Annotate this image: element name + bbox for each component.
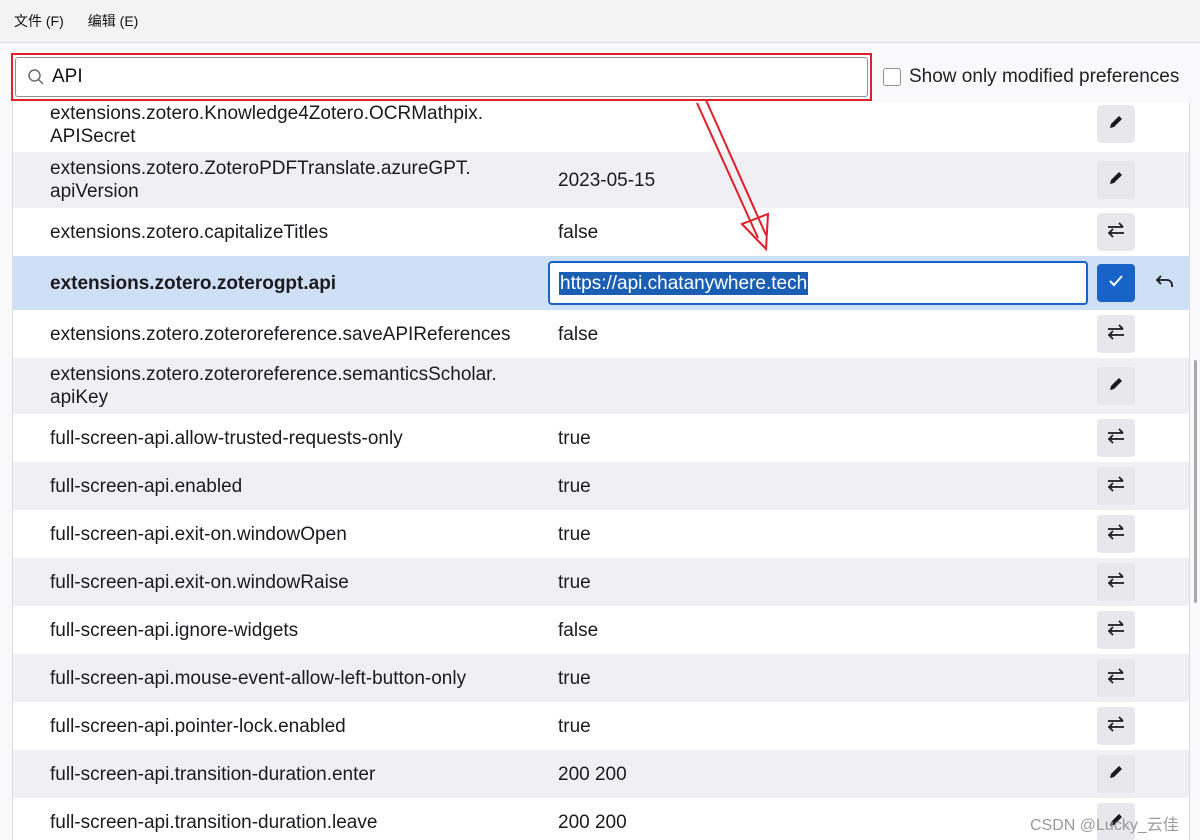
- toggle-icon: [1106, 427, 1126, 450]
- edit-icon: [1108, 764, 1124, 785]
- toggle-icon: [1106, 715, 1126, 738]
- toggle-button[interactable]: [1097, 659, 1135, 697]
- table-row-selected: extensions.zotero.zoterogpt.api https://…: [13, 256, 1189, 310]
- table-row: extensions.zotero.zoteroreference.semant…: [13, 358, 1189, 414]
- toggle-icon: [1106, 221, 1126, 244]
- edit-button[interactable]: [1097, 755, 1135, 793]
- toggle-icon: [1106, 323, 1126, 346]
- menu-bar: 文件 (F) 编辑 (E): [0, 0, 1200, 43]
- table-row: full-screen-api.exit-on.windowOpen true: [13, 510, 1189, 558]
- toggle-button[interactable]: [1097, 563, 1135, 601]
- pref-value: false: [558, 222, 599, 243]
- menu-file[interactable]: 文件 (F): [14, 11, 64, 31]
- reset-button[interactable]: [1150, 268, 1180, 298]
- show-modified-checkbox[interactable]: [883, 68, 901, 86]
- menu-edit[interactable]: 编辑 (E): [88, 11, 139, 31]
- pref-name: full-screen-api.enabled: [50, 476, 243, 497]
- search-highlight-box: [11, 53, 872, 101]
- table-row: full-screen-api.transition-duration.ente…: [13, 750, 1189, 798]
- edit-button[interactable]: [1097, 367, 1135, 405]
- toggle-button[interactable]: [1097, 707, 1135, 745]
- edit-icon: [1108, 114, 1124, 135]
- undo-icon: [1155, 273, 1175, 294]
- show-modified-toggle[interactable]: Show only modified preferences: [883, 66, 1179, 88]
- pref-value: true: [558, 572, 591, 593]
- pref-name-line: extensions.zotero.ZoteroPDFTranslate.azu…: [50, 158, 471, 179]
- toggle-icon: [1106, 667, 1126, 690]
- pref-value: true: [558, 524, 591, 545]
- table-row: extensions.zotero.ZoteroPDFTranslate.azu…: [13, 152, 1189, 208]
- pref-name: extensions.zotero.zoteroreference.saveAP…: [50, 324, 511, 345]
- table-row: full-screen-api.transition-duration.leav…: [13, 798, 1189, 840]
- pref-value: true: [558, 668, 591, 689]
- pref-name: full-screen-api.transition-duration.ente…: [50, 764, 376, 785]
- pref-name-line: apiKey: [50, 387, 109, 408]
- pref-name: full-screen-api.ignore-widgets: [50, 620, 299, 641]
- table-row: full-screen-api.ignore-widgets false: [13, 606, 1189, 654]
- pref-name-line: APISecret: [50, 126, 136, 147]
- table-row: full-screen-api.enabled true: [13, 462, 1189, 510]
- pref-name: extensions.zotero.ZoteroPDFTranslate.azu…: [50, 157, 550, 203]
- toggle-button[interactable]: [1097, 611, 1135, 649]
- pref-name: full-screen-api.exit-on.windowOpen: [50, 524, 347, 545]
- pref-value: true: [558, 428, 591, 449]
- table-row: full-screen-api.pointer-lock.enabled tru…: [13, 702, 1189, 750]
- table-row: full-screen-api.mouse-event-allow-left-b…: [13, 654, 1189, 702]
- pref-name-line: extensions.zotero.Knowledge4Zotero.OCRMa…: [50, 103, 484, 124]
- toggle-icon: [1106, 619, 1126, 642]
- scrollbar-thumb[interactable]: [1194, 360, 1197, 603]
- toggle-button[interactable]: [1097, 419, 1135, 457]
- table-row: extensions.zotero.Knowledge4Zotero.OCRMa…: [13, 102, 1189, 152]
- preferences-table: extensions.zotero.Knowledge4Zotero.OCRMa…: [12, 102, 1190, 840]
- check-icon: [1107, 273, 1125, 294]
- toggle-button[interactable]: [1097, 467, 1135, 505]
- pref-name: extensions.zotero.zoteroreference.semant…: [50, 363, 550, 409]
- toggle-button[interactable]: [1097, 315, 1135, 353]
- pref-name: full-screen-api.allow-trusted-requests-o…: [50, 428, 403, 449]
- pref-value: 200 200: [558, 812, 627, 833]
- pref-name: extensions.zotero.Knowledge4Zotero.OCRMa…: [50, 102, 550, 148]
- toggle-icon: [1106, 523, 1126, 546]
- watermark: CSDN @Lucky_云佳: [1030, 817, 1179, 834]
- show-modified-label: Show only modified preferences: [909, 66, 1180, 87]
- edit-button[interactable]: [1097, 105, 1135, 143]
- pref-name: full-screen-api.exit-on.windowRaise: [50, 572, 349, 593]
- search-box: [15, 57, 868, 97]
- table-row: full-screen-api.allow-trusted-requests-o…: [13, 414, 1189, 462]
- pref-value-selected-text: https://api.chatanywhere.tech: [559, 271, 809, 295]
- toggle-icon: [1106, 475, 1126, 498]
- table-row: extensions.zotero.zoteroreference.saveAP…: [13, 310, 1189, 358]
- pref-value: false: [558, 324, 599, 345]
- search-input[interactable]: [52, 66, 832, 88]
- pref-name-line: extensions.zotero.zoteroreference.semant…: [50, 364, 497, 385]
- edit-button[interactable]: [1097, 161, 1135, 199]
- search-icon: [20, 68, 52, 86]
- toggle-button[interactable]: [1097, 213, 1135, 251]
- save-button[interactable]: [1097, 264, 1135, 302]
- pref-name: full-screen-api.transition-duration.leav…: [50, 812, 378, 833]
- table-row: full-screen-api.exit-on.windowRaise true: [13, 558, 1189, 606]
- toggle-icon: [1106, 571, 1126, 594]
- pref-value: 2023-05-15: [558, 170, 656, 191]
- table-row: extensions.zotero.capitalizeTitles false: [13, 208, 1189, 256]
- pref-name: extensions.zotero.capitalizeTitles: [50, 222, 329, 243]
- pref-name: extensions.zotero.zoterogpt.api: [50, 273, 337, 294]
- pref-value-input[interactable]: https://api.chatanywhere.tech: [548, 261, 1088, 305]
- pref-name: full-screen-api.pointer-lock.enabled: [50, 716, 346, 737]
- toggle-button[interactable]: [1097, 515, 1135, 553]
- pref-value: false: [558, 620, 599, 641]
- pref-value: true: [558, 476, 591, 497]
- edit-icon: [1108, 170, 1124, 191]
- pref-name-line: apiVersion: [50, 181, 139, 202]
- pref-value: true: [558, 716, 591, 737]
- pref-value: 200 200: [558, 764, 627, 785]
- edit-icon: [1108, 376, 1124, 397]
- pref-name: full-screen-api.mouse-event-allow-left-b…: [50, 668, 467, 689]
